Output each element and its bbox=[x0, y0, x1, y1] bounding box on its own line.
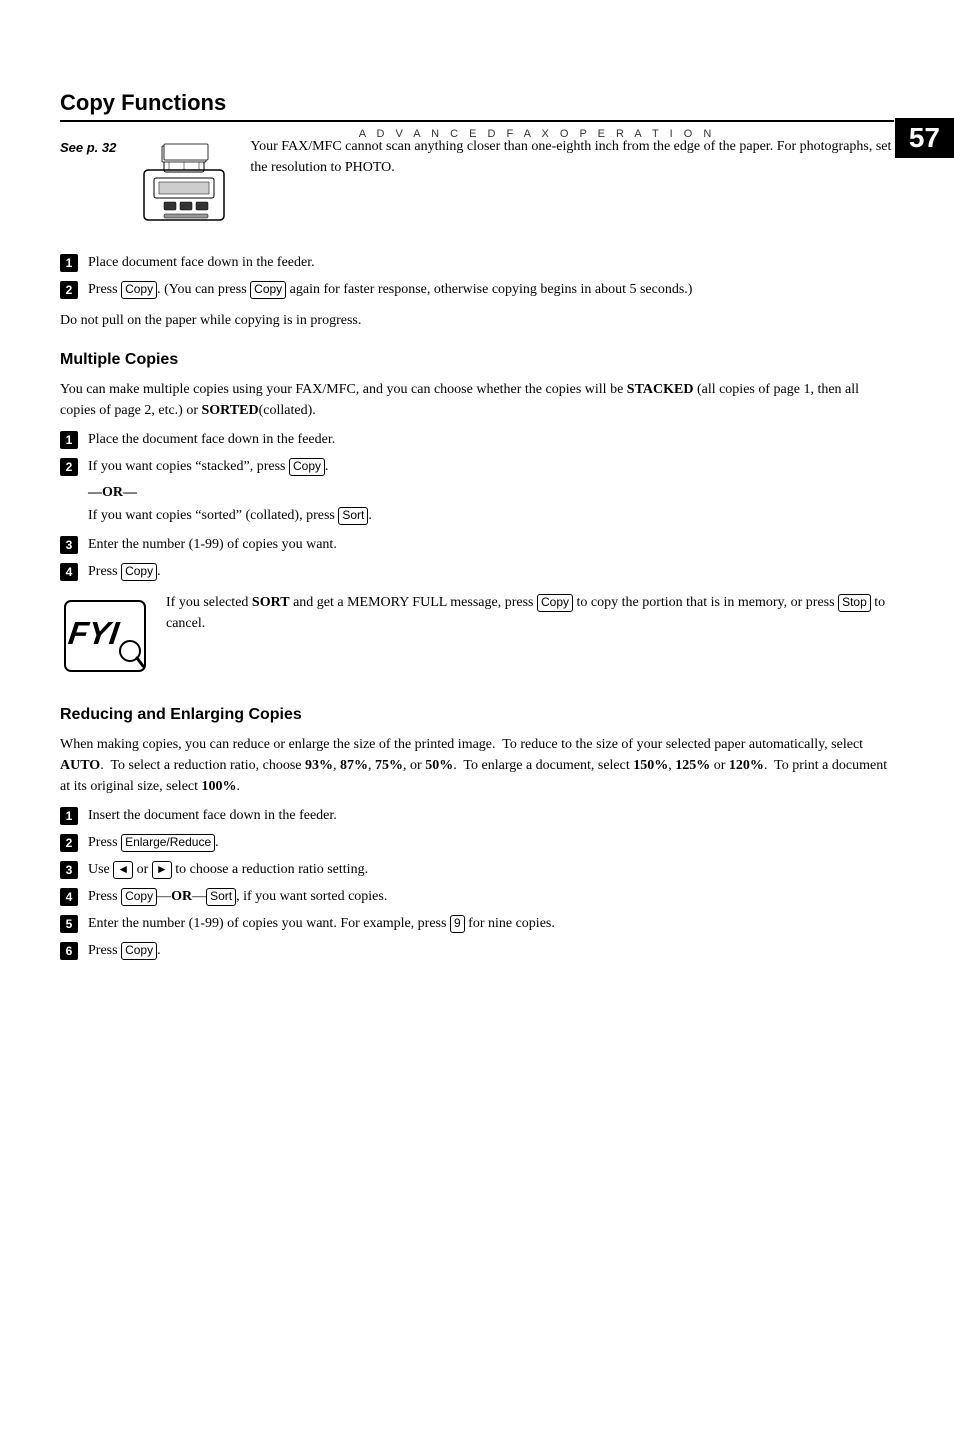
re-step-number-3: 3 bbox=[60, 861, 78, 879]
enlarge-reduce-key: Enlarge/Reduce bbox=[121, 834, 215, 852]
copy-key-stacked: Copy bbox=[289, 458, 325, 476]
mc-step-1: 1 Place the document face down in the fe… bbox=[60, 429, 894, 450]
re-step-5-text: Enter the number (1-99) of copies you wa… bbox=[88, 913, 894, 934]
or-divider: —OR— bbox=[88, 485, 894, 501]
mc-step-2: 2 If you want copies “stacked”, press Co… bbox=[60, 456, 894, 477]
fyi-block: FYI If you selected SORT and get a MEMOR… bbox=[60, 592, 894, 686]
stop-key-fyi: Stop bbox=[838, 594, 871, 612]
re-step-2: 2 Press Enlarge/Reduce. bbox=[60, 832, 894, 853]
mc-step-number-2: 2 bbox=[60, 458, 78, 476]
copy-functions-section: Copy Functions See p. 32 bbox=[60, 90, 894, 331]
reducing-enlarging-title: Reducing and Enlarging Copies bbox=[60, 706, 894, 724]
right-arrow-key: ► bbox=[152, 861, 172, 879]
copy-key-re4: Copy bbox=[121, 888, 157, 906]
nine-key: 9 bbox=[450, 915, 465, 933]
re-step-1: 1 Insert the document face down in the f… bbox=[60, 805, 894, 826]
mc-step-1-text: Place the document face down in the feed… bbox=[88, 429, 894, 450]
copy-functions-title: Copy Functions bbox=[60, 90, 894, 122]
re-step-1-text: Insert the document face down in the fee… bbox=[88, 805, 894, 826]
re-step-number-1: 1 bbox=[60, 807, 78, 825]
re-step-5: 5 Enter the number (1-99) of copies you … bbox=[60, 913, 894, 934]
re-step-6-text: Press Copy. bbox=[88, 940, 894, 961]
multiple-copies-steps-2: 3 Enter the number (1-99) of copies you … bbox=[60, 534, 894, 582]
re-step-number-4: 4 bbox=[60, 888, 78, 906]
copy-note: Do not pull on the paper while copying i… bbox=[60, 310, 894, 331]
re-step-4-text: Press Copy—OR—Sort, if you want sorted c… bbox=[88, 886, 894, 907]
mc-step-number-4: 4 bbox=[60, 563, 78, 581]
re-step-number-2: 2 bbox=[60, 834, 78, 852]
fyi-image: FYI bbox=[60, 596, 150, 676]
sort-key-re4: Sort bbox=[206, 888, 236, 906]
copy-step-2-text: Press Copy. (You can press Copy again fo… bbox=[88, 279, 894, 300]
page-header: A D V A N C E D F A X O P E R A T I O N bbox=[200, 128, 874, 140]
re-step-number-6: 6 bbox=[60, 942, 78, 960]
svg-text:FYI: FYI bbox=[66, 615, 122, 651]
mc-step-3: 3 Enter the number (1-99) of copies you … bbox=[60, 534, 894, 555]
multiple-copies-steps: 1 Place the document face down in the fe… bbox=[60, 429, 894, 477]
multiple-copies-intro: You can make multiple copies using your … bbox=[60, 379, 894, 421]
mc-step-4-text: Press Copy. bbox=[88, 561, 894, 582]
see-note: See p. 32 bbox=[60, 138, 116, 158]
reducing-enlarging-steps: 1 Insert the document face down in the f… bbox=[60, 805, 894, 961]
sort-key-inline: Sort bbox=[338, 507, 368, 525]
left-arrow-key: ◄ bbox=[113, 861, 133, 879]
mc-step-number-1: 1 bbox=[60, 431, 78, 449]
mc-step-2-text: If you want copies “stacked”, press Copy… bbox=[88, 456, 894, 477]
copy-steps: 1 Place document face down in the feeder… bbox=[60, 252, 894, 300]
copy-step-2: 2 Press Copy. (You can press Copy again … bbox=[60, 279, 894, 300]
mc-step-number-3: 3 bbox=[60, 536, 78, 554]
re-step-2-text: Press Enlarge/Reduce. bbox=[88, 832, 894, 853]
copy-step-1-text: Place document face down in the feeder. bbox=[88, 252, 894, 273]
fax-machine-image bbox=[134, 140, 234, 230]
re-step-number-5: 5 bbox=[60, 915, 78, 933]
or-text: If you want copies “sorted” (collated), … bbox=[88, 505, 894, 526]
re-step-6: 6 Press Copy. bbox=[60, 940, 894, 961]
page-number: 57 bbox=[895, 118, 954, 158]
copy-step-1: 1 Place document face down in the feeder… bbox=[60, 252, 894, 273]
copy-key-re6: Copy bbox=[121, 942, 157, 960]
multiple-copies-section: Multiple Copies You can make multiple co… bbox=[60, 351, 894, 686]
copy-key-fyi: Copy bbox=[537, 594, 573, 612]
copy-key-mc4: Copy bbox=[121, 563, 157, 581]
re-step-3: 3 Use ◄ or ► to choose a reduction ratio… bbox=[60, 859, 894, 880]
copy-intro-block: See p. 32 Your FAX/MFC cannot bbox=[60, 136, 894, 240]
step-number-2: 2 bbox=[60, 281, 78, 299]
step-number-1: 1 bbox=[60, 254, 78, 272]
multiple-copies-title: Multiple Copies bbox=[60, 351, 894, 369]
reducing-enlarging-intro: When making copies, you can reduce or en… bbox=[60, 734, 894, 797]
mc-step-4: 4 Press Copy. bbox=[60, 561, 894, 582]
fyi-note: If you selected SORT and get a MEMORY FU… bbox=[60, 592, 894, 634]
copy-key-inline-2: Copy bbox=[250, 281, 286, 299]
mc-step-3-text: Enter the number (1-99) of copies you wa… bbox=[88, 534, 894, 555]
re-step-3-text: Use ◄ or ► to choose a reduction ratio s… bbox=[88, 859, 894, 880]
copy-key-inline: Copy bbox=[121, 281, 157, 299]
reducing-enlarging-section: Reducing and Enlarging Copies When makin… bbox=[60, 706, 894, 961]
re-step-4: 4 Press Copy—OR—Sort, if you want sorted… bbox=[60, 886, 894, 907]
